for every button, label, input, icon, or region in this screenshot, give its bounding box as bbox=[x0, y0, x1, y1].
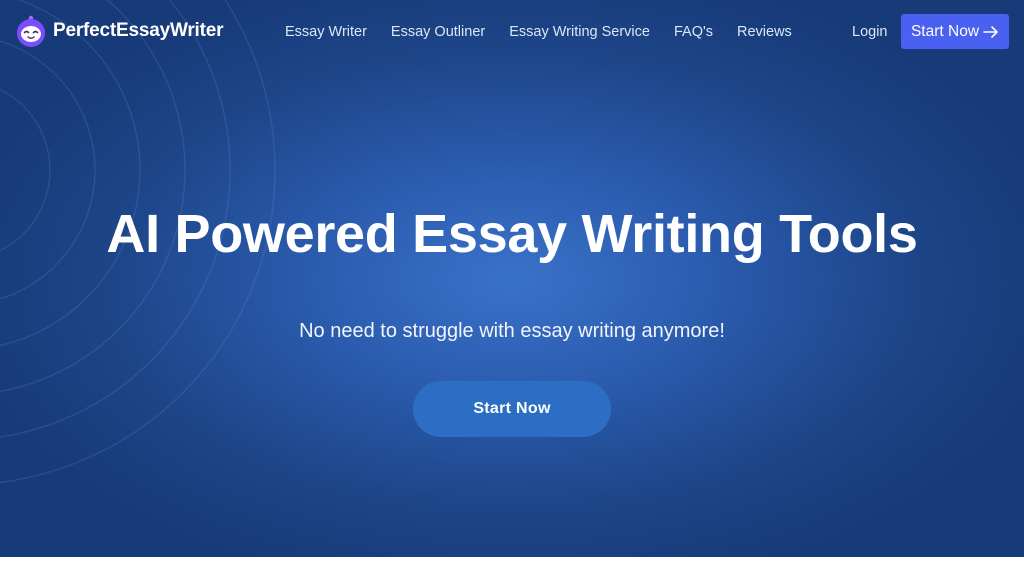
hero-start-now-button[interactable]: Start Now bbox=[413, 381, 611, 437]
landing-page: PerfectEssayWriter Essay Writer Essay Ou… bbox=[0, 0, 1024, 576]
hero-subheadline: No need to struggle with essay writing a… bbox=[299, 320, 725, 342]
nav-start-now-label: Start Now bbox=[910, 22, 980, 40]
robot-face-icon bbox=[17, 15, 45, 47]
nav-link-essay-outliner[interactable]: Essay Outliner bbox=[379, 22, 497, 42]
page-bottom-edge bbox=[0, 557, 1024, 576]
nav-link-reviews[interactable]: Reviews bbox=[725, 22, 804, 42]
nav-link-faqs[interactable]: FAQ's bbox=[662, 22, 725, 42]
nav-start-now-button[interactable]: Start Now bbox=[901, 14, 1009, 49]
nav-link-essay-writer[interactable]: Essay Writer bbox=[273, 22, 379, 42]
login-link[interactable]: Login bbox=[840, 22, 899, 42]
hero-section: PerfectEssayWriter Essay Writer Essay Ou… bbox=[0, 0, 1024, 557]
hero-headline: AI Powered Essay Writing Tools bbox=[106, 204, 918, 264]
brand-name: PerfectEssayWriter bbox=[53, 20, 224, 41]
nav-link-essay-writing-service[interactable]: Essay Writing Service bbox=[497, 22, 662, 42]
brand-logo[interactable]: PerfectEssayWriter bbox=[14, 14, 224, 48]
ripple-rings-decoration bbox=[0, 0, 276, 484]
nav-links: Essay Writer Essay Outliner Essay Writin… bbox=[273, 22, 804, 42]
top-navigation: PerfectEssayWriter Essay Writer Essay Ou… bbox=[0, 0, 1024, 64]
arrow-right-icon bbox=[983, 25, 998, 38]
